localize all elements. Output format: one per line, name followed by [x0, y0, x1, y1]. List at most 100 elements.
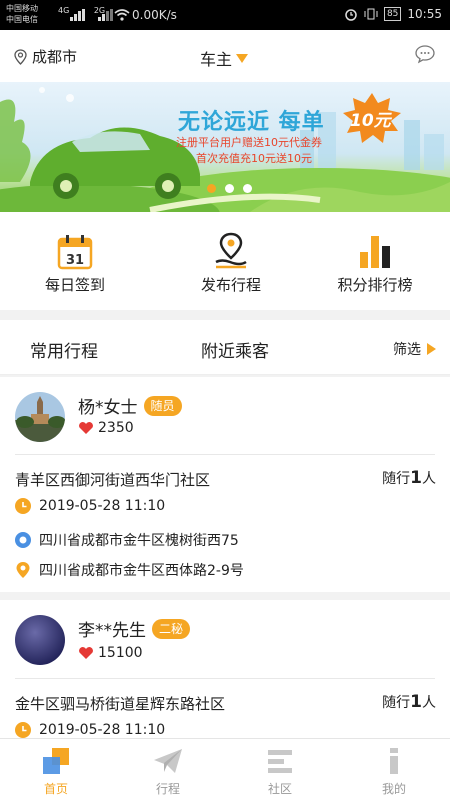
publish-trip-label: 发布行程: [200, 276, 261, 294]
calendar-icon: 31: [57, 235, 93, 270]
nav-community-label: 社区: [267, 782, 292, 796]
clock-icon: [15, 722, 31, 738]
status-badge: 二秘: [152, 618, 191, 639]
network-type-1: 4G: [58, 6, 70, 15]
signal-icon: [70, 9, 85, 21]
carousel-indicator: [207, 184, 252, 193]
nav-profile[interactable]: 我的: [338, 745, 450, 797]
alarm-icon: [345, 9, 357, 21]
avatar-image: [15, 615, 65, 665]
nav-trips-label: 行程: [155, 782, 180, 796]
bar-chart-icon: [360, 236, 390, 268]
vibrate-icon: [364, 8, 378, 20]
carrier-2: 中国电信: [6, 15, 38, 24]
carousel-dot[interactable]: [225, 184, 234, 193]
calendar-day: 31: [66, 253, 84, 268]
datetime: 2019-05-28 11:10: [39, 722, 166, 738]
tab-common-trips[interactable]: 常用行程: [30, 337, 98, 362]
city-label: 成都市: [32, 48, 78, 66]
companion-number: 1: [410, 468, 422, 488]
paper-plane-icon: [154, 749, 182, 773]
nav-trips[interactable]: 行程: [112, 745, 224, 797]
passenger-card[interactable]: 杨*女士 随员 2350 青羊区西御河街道西华门社区 随行1人 2019-05-…: [0, 377, 450, 592]
bottom-nav: 首页 行程 社区 我的: [0, 738, 450, 800]
filter-label: 筛选: [393, 342, 421, 358]
companion-prefix: 随行: [382, 695, 411, 711]
datetime: 2019-05-28 11:10: [39, 498, 166, 514]
chat-bubble-icon[interactable]: [414, 44, 436, 64]
location-pin-icon: [14, 48, 27, 65]
avatar[interactable]: [15, 392, 65, 442]
role-label: 车主: [200, 50, 233, 69]
points-ranking-label: 积分排行榜: [337, 276, 413, 294]
passenger-card[interactable]: 李**先生 二秘 15100 金牛区驷马桥街道星辉东路社区 随行1人 2019-…: [0, 600, 450, 738]
banner-promo-line-2: 首次充值充10元送10元: [196, 152, 312, 165]
score-value: 15100: [98, 645, 143, 661]
departure-time: 2019-05-28 11:10: [15, 498, 165, 514]
map-pin-route-icon: [215, 232, 247, 269]
profile-icon: [390, 748, 398, 774]
nav-profile-label: 我的: [381, 782, 406, 796]
nav-community[interactable]: 社区: [224, 745, 336, 797]
end-location: 四川省成都市金牛区西体路2-9号: [15, 560, 244, 580]
filter-button[interactable]: 筛选: [393, 339, 436, 359]
start-address: 四川省成都市金牛区槐树街西75: [39, 533, 239, 549]
passenger-score: 2350: [78, 420, 134, 436]
carrier-info: 中国移动 中国电信: [6, 3, 38, 25]
tab-nearby-passengers[interactable]: 附近乘客: [201, 337, 269, 362]
carousel-dot[interactable]: [243, 184, 252, 193]
companion-count: 随行1人: [382, 692, 436, 712]
battery-icon: 85: [383, 7, 402, 21]
route-title: 青羊区西御河街道西华门社区: [15, 471, 211, 489]
city-selector[interactable]: 成都市: [14, 46, 77, 67]
signal-icon-2: [98, 9, 113, 21]
home-icon: [43, 748, 69, 774]
top-bar: 成都市 车主: [0, 30, 450, 82]
banner-promo-line-1: 注册平台用户赠送10元代金券: [176, 136, 322, 149]
start-point-icon: [15, 532, 31, 548]
network-speed: 0.00K/s: [132, 8, 177, 22]
passenger-score: 15100: [78, 645, 143, 661]
avatar-image: [15, 392, 65, 442]
promo-banner[interactable]: 无论远近 每单 10元 注册平台用户赠送10元代金券 首次充值充10元送10元: [0, 82, 450, 212]
passenger-name: 李**先生: [78, 621, 146, 641]
avatar[interactable]: [15, 615, 65, 665]
companion-suffix: 人: [422, 471, 436, 487]
quick-actions: 31 每日签到 发布行程 积分排行榜: [0, 212, 450, 310]
carrier-1: 中国移动: [6, 4, 38, 13]
clock: 10:55: [407, 7, 442, 21]
daily-checkin-label: 每日签到: [44, 276, 105, 294]
start-location: 四川省成都市金牛区槐树街西75: [15, 530, 239, 550]
clock-icon: [15, 498, 31, 514]
route-title: 金牛区驷马桥街道星辉东路社区: [15, 695, 226, 713]
battery-level: 85: [386, 9, 399, 19]
daily-checkin-button[interactable]: 31 每日签到: [0, 232, 150, 295]
companion-suffix: 人: [422, 695, 436, 711]
status-badge: 随员: [143, 395, 182, 416]
companion-prefix: 随行: [382, 471, 411, 487]
role-switcher[interactable]: 车主: [200, 46, 249, 70]
points-ranking-button[interactable]: 积分排行榜: [300, 232, 450, 295]
carousel-dot[interactable]: [207, 184, 216, 193]
divider: [15, 678, 435, 679]
score-value: 2350: [98, 420, 134, 436]
status-bar: 中国移动 中国电信 4G 2G 0.00K/s 85 10:55: [0, 0, 450, 30]
nav-home[interactable]: 首页: [0, 745, 112, 797]
banner-price: 10元: [350, 111, 391, 131]
end-address: 四川省成都市金牛区西体路2-9号: [39, 563, 244, 579]
trip-tabs: 常用行程 附近乘客 筛选: [0, 320, 450, 375]
chevron-right-icon: [427, 343, 436, 355]
heart-icon: [79, 647, 93, 659]
passenger-name: 杨*女士: [78, 398, 138, 418]
wifi-icon: [114, 9, 130, 21]
chevron-down-icon: [236, 53, 249, 63]
divider: [15, 454, 435, 455]
companion-count: 随行1人: [382, 468, 436, 488]
companion-number: 1: [410, 692, 422, 712]
community-icon: [268, 750, 292, 773]
publish-trip-button[interactable]: 发布行程: [156, 232, 306, 295]
departure-time: 2019-05-28 11:10: [15, 722, 165, 738]
heart-icon: [79, 422, 93, 434]
passenger-name-row: 李**先生 二秘: [78, 616, 191, 641]
end-pin-icon: [16, 562, 30, 578]
